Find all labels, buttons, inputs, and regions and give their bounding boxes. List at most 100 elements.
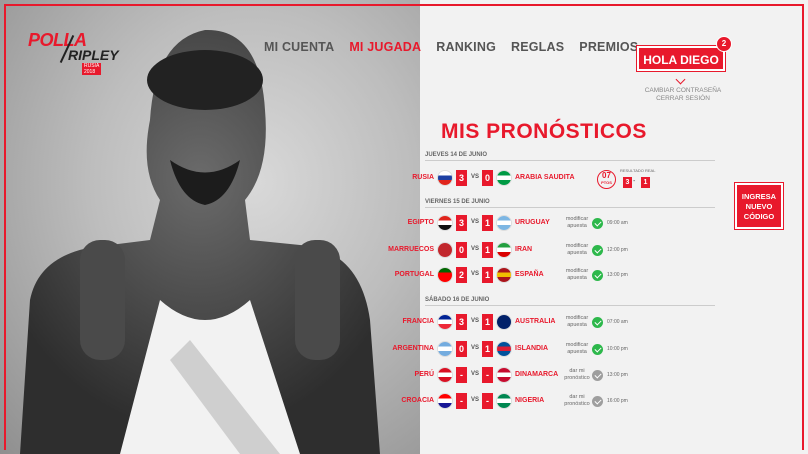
vs-label: VS [470, 246, 479, 252]
home-team: PERÚ [414, 371, 434, 378]
notification-badge[interactable]: 2 [716, 36, 732, 52]
match-row: EGIPTO 3 VS 1 URUGUAY modificar apuesta … [309, 213, 649, 233]
vs-label: VS [470, 219, 479, 225]
home-score[interactable]: 2 [456, 267, 467, 283]
home-flag-icon [437, 215, 453, 231]
home-score[interactable]: 3 [456, 170, 467, 186]
nav-mi-jugada[interactable]: MI JUGADA [349, 40, 421, 54]
match-row: CROACIA - VS - NIGERIA dar mi pronóstico… [309, 391, 649, 411]
home-flag-icon [437, 170, 453, 186]
home-flag-icon [437, 314, 453, 330]
away-team: NIGERIA [515, 397, 545, 404]
home-flag-icon [437, 367, 453, 383]
match-time: 13:00 pm [607, 272, 628, 278]
logo-ripley: RIPLEY [68, 47, 119, 63]
away-score[interactable]: - [482, 367, 493, 383]
main-nav: MI CUENTA MI JUGADA RANKING REGLAS PREMI… [264, 40, 638, 54]
day-label: SÁBADO 16 DE JUNIO [425, 297, 715, 306]
vs-label: VS [470, 174, 479, 180]
match-row: PORTUGAL 2 VS 1 ESPAÑA modificar apuesta… [309, 265, 649, 285]
away-flag-icon [496, 242, 512, 258]
away-score[interactable]: 1 [482, 314, 493, 330]
home-team: CROACIA [401, 397, 434, 404]
match-time: 10:00 pm [607, 346, 628, 352]
points-unit: PTOS [601, 180, 612, 185]
match-row: FRANCIA 3 VS 1 AUSTRALIA modificar apues… [309, 312, 649, 332]
points-badge: 07 PTOS [597, 170, 616, 189]
nav-premios[interactable]: PREMIOS [579, 40, 638, 54]
nav-ranking[interactable]: RANKING [436, 40, 496, 54]
match-row: ARGENTINA 0 VS 1 ISLANDIA modificar apue… [309, 339, 649, 359]
away-score[interactable]: 1 [482, 267, 493, 283]
nav-reglas[interactable]: REGLAS [511, 40, 564, 54]
away-score[interactable]: 0 [482, 170, 493, 186]
check-icon [592, 370, 603, 381]
away-score[interactable]: 1 [482, 215, 493, 231]
away-flag-icon [496, 267, 512, 283]
logout-link[interactable]: CERRAR SESIÓN [630, 95, 736, 103]
home-team: RUSIA [412, 174, 434, 181]
change-password-link[interactable]: CAMBIAR CONTRASEÑA [630, 87, 736, 95]
points-value: 07 [602, 171, 611, 180]
home-score[interactable]: - [456, 393, 467, 409]
new-code-button[interactable]: INGRESA NUEVO CÓDIGO [735, 183, 783, 229]
home-team: ARGENTINA [392, 345, 434, 352]
away-team: ISLANDIA [515, 345, 549, 352]
match-time: 09:00 am [607, 220, 628, 226]
home-score[interactable]: 3 [456, 215, 467, 231]
away-flag-icon [496, 367, 512, 383]
check-icon [592, 218, 603, 229]
check-icon [592, 270, 603, 281]
page-title: MIS PRONÓSTICOS [441, 120, 647, 143]
away-score[interactable]: - [482, 393, 493, 409]
check-icon [592, 317, 603, 328]
home-team: MARRUECOS [388, 246, 434, 253]
edit-prediction-link[interactable]: modificar apuesta [564, 342, 590, 356]
edit-prediction-link[interactable]: dar mi pronóstico [564, 394, 590, 408]
match-time: 13:00 pm [607, 372, 628, 378]
edit-prediction-link[interactable]: modificar apuesta [564, 268, 590, 282]
real-score-separator: - [633, 178, 636, 185]
away-flag-icon [496, 215, 512, 231]
away-flag-icon [496, 393, 512, 409]
real-away-score: 1 [641, 177, 650, 188]
home-score[interactable]: - [456, 367, 467, 383]
away-flag-icon [496, 314, 512, 330]
vs-label: VS [470, 318, 479, 324]
check-icon [592, 396, 603, 407]
home-flag-icon [437, 393, 453, 409]
user-menu-button[interactable]: HOLA DIEGO [637, 46, 725, 71]
nav-mi-cuenta[interactable]: MI CUENTA [264, 40, 334, 54]
away-score[interactable]: 1 [482, 341, 493, 357]
away-team: ARABIA SAUDITA [515, 174, 575, 181]
home-team: FRANCIA [402, 318, 435, 325]
check-icon [592, 245, 603, 256]
real-result-label: RESULTADO REAL [620, 168, 656, 173]
edit-prediction-link[interactable]: modificar apuesta [564, 243, 590, 257]
edit-prediction-link[interactable]: modificar apuesta [564, 315, 590, 329]
day-label: JUEVES 14 DE JUNIO [425, 152, 715, 161]
away-score[interactable]: 1 [482, 242, 493, 258]
edit-prediction-link[interactable]: modificar apuesta [564, 216, 590, 230]
home-flag-icon [437, 267, 453, 283]
logo-sub: RUSIA 2018 [82, 63, 102, 75]
real-home-score: 3 [623, 177, 632, 188]
vs-label: VS [470, 371, 479, 377]
home-team: EGIPTO [407, 219, 434, 226]
home-score[interactable]: 0 [456, 341, 467, 357]
vs-label: VS [470, 397, 479, 403]
home-score[interactable]: 3 [456, 314, 467, 330]
vs-label: VS [470, 345, 479, 351]
away-team: DINAMARCA [515, 371, 559, 378]
match-row: PERÚ - VS - DINAMARCA dar mi pronóstico … [309, 365, 649, 385]
away-team: AUSTRALIA [515, 318, 556, 325]
edit-prediction-link[interactable]: dar mi pronóstico [564, 368, 590, 382]
match-row: MARRUECOS 0 VS 1 IRAN modificar apuesta … [309, 240, 649, 260]
account-links: CAMBIAR CONTRASEÑA CERRAR SESIÓN [630, 87, 736, 103]
home-score[interactable]: 0 [456, 242, 467, 258]
away-flag-icon [496, 170, 512, 186]
check-icon [592, 344, 603, 355]
match-time: 07:00 am [607, 319, 628, 325]
logo[interactable]: POLLA RIPLEY RUSIA 2018 [28, 30, 119, 75]
away-team: URUGUAY [515, 219, 550, 226]
